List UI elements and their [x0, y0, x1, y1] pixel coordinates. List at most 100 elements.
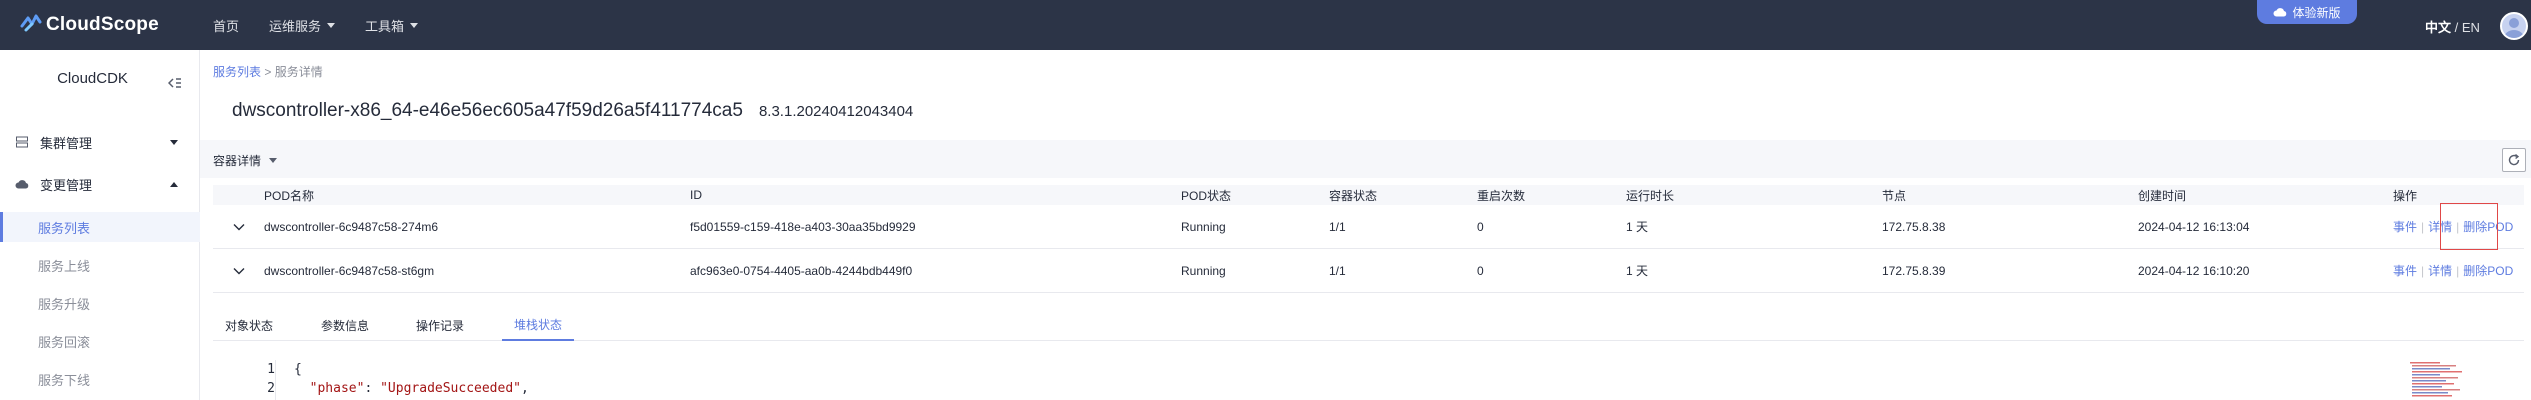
- nav-ops-services[interactable]: 运维服务: [269, 16, 336, 35]
- refresh-button[interactable]: [2502, 148, 2526, 172]
- cell-restarts: 0: [1477, 263, 1484, 278]
- sidebar-group-label: 集群管理: [40, 135, 93, 151]
- tab-operation-log[interactable]: 操作记录: [416, 309, 464, 341]
- json-value: "UpgradeSucceeded": [380, 381, 521, 396]
- main-content: 服务列表 > 服务详情 dwscontroller-x86_64-e46e56e…: [200, 50, 2531, 400]
- column-header-restarts: 重启次数: [1477, 188, 1526, 203]
- cloudscope-logo-icon: [20, 12, 42, 37]
- column-header-created: 创建时间: [2138, 188, 2187, 203]
- lang-en[interactable]: EN: [2462, 20, 2480, 35]
- sidebar-item-label: 服务回滚: [38, 334, 91, 350]
- stack-status-code-viewer[interactable]: 1 2 { "phase": "UpgradeSucceeded",: [200, 360, 2531, 400]
- sidebar-item-service-offline[interactable]: 服务下线: [0, 364, 200, 394]
- chevron-down-icon: [327, 22, 336, 28]
- sidebar-item-service-rollback[interactable]: 服务回滚: [0, 326, 200, 356]
- events-link[interactable]: 事件: [2393, 262, 2417, 279]
- json-brace: {: [294, 362, 302, 377]
- code-line: "phase": "UpgradeSucceeded",: [294, 379, 2435, 398]
- sidebar-item-label: 服务下线: [38, 372, 91, 388]
- action-separator: |: [2421, 263, 2425, 278]
- tab-object-status[interactable]: 对象状态: [225, 309, 273, 341]
- details-link[interactable]: 详情: [2428, 262, 2452, 279]
- language-switcher: 中文 / EN: [2425, 17, 2480, 36]
- cell-node: 172.75.8.38: [1882, 219, 1946, 234]
- json-colon: :: [364, 381, 381, 396]
- chevron-down-icon: [233, 267, 245, 274]
- refresh-icon: [2507, 153, 2521, 167]
- line-number-gutter: 1 2: [235, 360, 275, 400]
- action-separator: |: [2421, 219, 2425, 234]
- json-comma: ,: [521, 381, 529, 396]
- lang-zh[interactable]: 中文: [2425, 20, 2451, 35]
- cell-uptime: 1 天: [1626, 264, 1649, 278]
- page-title-row: dwscontroller-x86_64-e46e56ec605a47f59d2…: [232, 100, 913, 122]
- brand-logo[interactable]: CloudScope: [20, 12, 159, 37]
- column-header-pod-name: POD名称: [264, 188, 315, 203]
- nav-ops-services-label: 运维服务: [269, 18, 322, 34]
- chevron-up-icon: [170, 181, 178, 187]
- sidebar-group-change-management[interactable]: 变更管理: [0, 172, 200, 196]
- container-details-header: 容器详情: [200, 140, 2531, 178]
- delete-pod-link[interactable]: 删除POD: [2463, 262, 2513, 279]
- collapse-sidebar-icon[interactable]: [167, 76, 182, 93]
- column-header-pod-status: POD状态: [1181, 188, 1232, 203]
- cell-pod-name: dwscontroller-6c9487c58-274m6: [264, 219, 439, 234]
- events-link[interactable]: 事件: [2393, 218, 2417, 235]
- cell-actions: 事件 | 详情 | 删除POD: [2393, 249, 2513, 292]
- nav-toolbox[interactable]: 工具箱: [365, 16, 419, 35]
- nav-toolbox-label: 工具箱: [365, 18, 405, 34]
- column-header-id: ID: [690, 188, 702, 202]
- main-nav: 首页 运维服务 工具箱: [213, 0, 448, 50]
- code-body: { "phase": "UpgradeSucceeded",: [275, 360, 2435, 400]
- breadcrumb-separator: >: [261, 65, 275, 79]
- top-navigation-bar: CloudScope 首页 运维服务 工具箱 体验新版 中文 / EN: [0, 0, 2531, 50]
- column-header-node: 节点: [1882, 188, 1907, 203]
- expand-row-toggle[interactable]: [233, 205, 245, 248]
- sidebar-item-service-online[interactable]: 服务上线: [0, 250, 200, 280]
- chevron-down-icon: [233, 223, 245, 230]
- tab-label: 堆栈状态: [514, 317, 563, 332]
- table-row: dwscontroller-6c9487c58-st6gm afc963e0-0…: [213, 249, 2524, 293]
- sidebar-group-cluster-management[interactable]: 集群管理: [0, 130, 200, 154]
- column-header-container-status: 容器状态: [1329, 188, 1378, 203]
- table-row: dwscontroller-6c9487c58-274m6 f5d01559-c…: [213, 205, 2524, 249]
- cell-container-status: 1/1: [1329, 263, 1346, 278]
- json-key: "phase": [309, 381, 365, 396]
- brand-name: CloudScope: [46, 13, 159, 35]
- sidebar-group-label: 变更管理: [40, 177, 93, 193]
- nav-home[interactable]: 首页: [213, 16, 239, 35]
- try-new-version-button[interactable]: 体验新版: [2257, 0, 2357, 24]
- code-line: {: [294, 360, 2435, 379]
- section-label: 容器详情: [213, 154, 262, 168]
- cell-id: f5d01559-c159-418e-a403-30aa35bd9929: [690, 219, 916, 234]
- line-number: 1: [267, 362, 275, 377]
- breadcrumb-current: 服务详情: [274, 65, 323, 79]
- cell-created: 2024-04-12 16:10:20: [2138, 263, 2250, 278]
- code-minimap[interactable]: [2400, 360, 2500, 400]
- cell-pod-name: dwscontroller-6c9487c58-st6gm: [264, 263, 435, 278]
- try-new-version-label: 体验新版: [2292, 5, 2341, 20]
- sidebar-item-service-list[interactable]: 服务列表: [0, 212, 200, 242]
- cell-node: 172.75.8.39: [1882, 263, 1946, 278]
- expand-row-toggle[interactable]: [233, 249, 245, 292]
- cell-pod-status: Running: [1181, 263, 1226, 278]
- container-details-toggle[interactable]: 容器详情: [213, 152, 278, 169]
- nav-home-label: 首页: [213, 18, 240, 34]
- service-version: 8.3.1.20240412043404: [758, 103, 914, 120]
- tab-stack-status[interactable]: 堆栈状态: [502, 309, 575, 341]
- detail-tabs: 对象状态 参数信息 操作记录 堆栈状态: [213, 309, 2524, 341]
- cell-container-status: 1/1: [1329, 219, 1346, 234]
- delete-pod-highlight: [2440, 203, 2498, 250]
- lang-separator: /: [2451, 20, 2462, 35]
- cell-pod-status: Running: [1181, 219, 1226, 234]
- line-number: 2: [267, 381, 275, 396]
- cell-uptime: 1 天: [1626, 220, 1649, 234]
- sidebar-title: CloudCDK: [57, 70, 128, 87]
- sidebar-item-service-upgrade[interactable]: 服务升级: [0, 288, 200, 318]
- cell-id: afc963e0-0754-4405-aa0b-4244bdb449f0: [690, 263, 913, 278]
- user-avatar[interactable]: [2500, 12, 2528, 40]
- column-header-actions: 操作: [2393, 188, 2418, 203]
- tab-parameter-info[interactable]: 参数信息: [321, 309, 369, 341]
- breadcrumb-service-list[interactable]: 服务列表: [213, 65, 261, 79]
- pod-table: POD名称 ID POD状态 容器状态 重启次数 运行时长 节点 创建时间 操作…: [213, 185, 2524, 293]
